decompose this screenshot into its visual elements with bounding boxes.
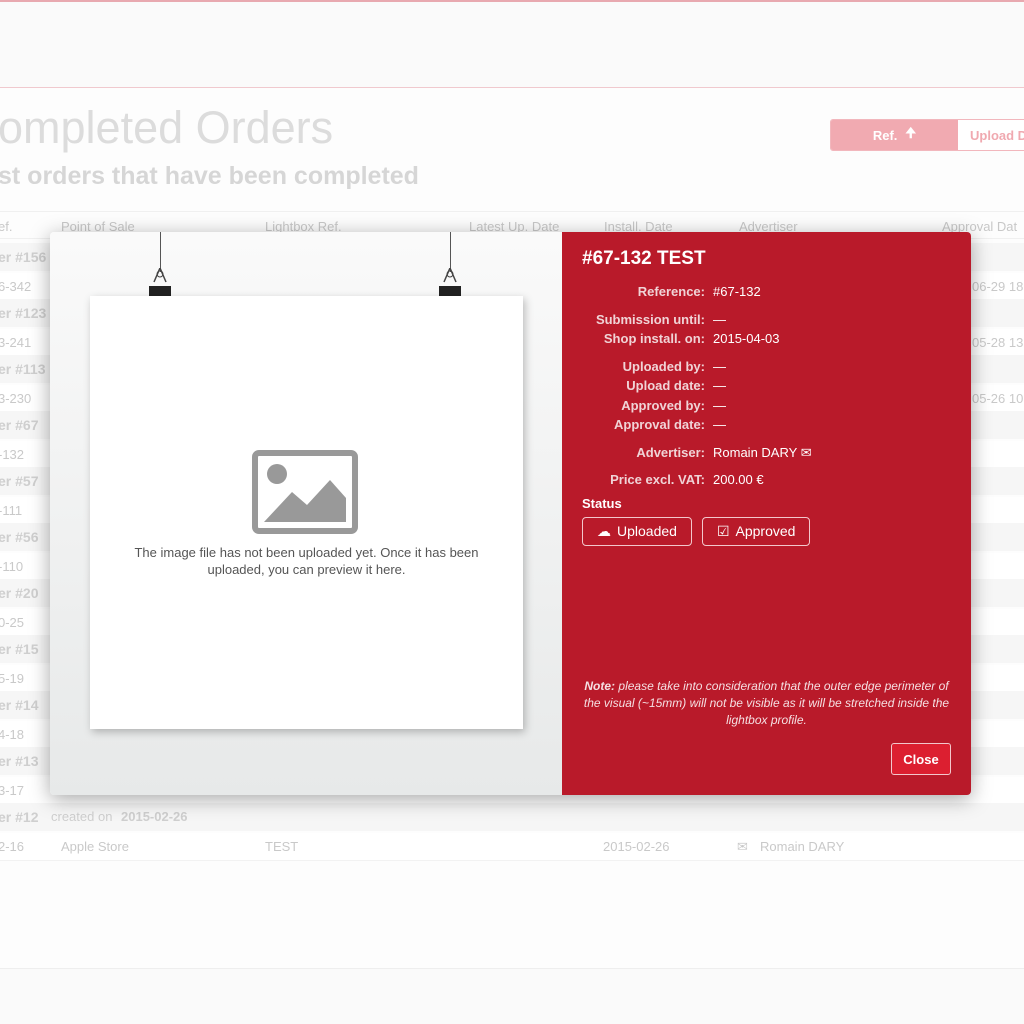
sort-ref-label: Ref. xyxy=(872,127,898,143)
order-number: er #15 xyxy=(0,641,39,657)
field-value: 2015-04-03 xyxy=(713,331,780,346)
lightbox-ref-cell: TEST xyxy=(265,839,299,854)
hanging-string xyxy=(450,232,451,272)
approval-date-cell: 05-26 10 xyxy=(972,391,1024,406)
uploaded-label: Uploaded xyxy=(617,523,677,539)
advertiser-cell: Romain DARY xyxy=(760,839,845,854)
status-heading: Status xyxy=(582,495,622,511)
field-label: Shop install. on: xyxy=(603,331,705,346)
sort-upload-date-button[interactable]: Upload D xyxy=(958,120,1024,150)
order-number: er #56 xyxy=(0,529,39,545)
field-label: Upload date: xyxy=(626,378,705,393)
field-value: — xyxy=(713,311,726,327)
install-date-cell: 2015-02-26 xyxy=(603,839,670,854)
order-number: er #123 xyxy=(0,305,47,321)
order-number: er #57 xyxy=(0,473,39,489)
field-label: Reference: xyxy=(637,284,705,299)
field-label: Submission until: xyxy=(595,311,705,327)
ref-cell: 3-230 xyxy=(0,391,32,406)
sort-ref-button[interactable]: Ref. 🠉 xyxy=(831,120,958,150)
ref-cell: 6-342 xyxy=(0,279,32,294)
point-of-sale-cell: Apple Store xyxy=(61,839,129,854)
approved-label: Approved xyxy=(735,523,796,539)
uploaded-status-button[interactable]: ☁ Uploaded xyxy=(582,516,692,546)
ref-cell: 3-17 xyxy=(0,783,25,798)
created-label: created on xyxy=(51,809,113,824)
col-ref[interactable]: ef. xyxy=(0,219,12,234)
order-number: er #14 xyxy=(0,697,39,713)
order-number: er #12 xyxy=(0,809,39,825)
field-value: Romain DARY ✉ xyxy=(713,444,812,460)
order-number: er #13 xyxy=(0,753,39,769)
envelope-icon[interactable]: ✉ xyxy=(737,839,748,855)
table-row[interactable]: 2-16 Apple Store TEST 2015-02-26 ✉ Romain DAR… xyxy=(0,833,1024,861)
note-text: Note: please take into consideration tha… xyxy=(582,678,951,729)
cloud-upload-icon: ☁ xyxy=(597,522,611,539)
field-value: — xyxy=(713,358,726,374)
details-panel: #67-132 TEST Reference: #67-132 Submission… xyxy=(562,232,971,795)
page-title: ompleted Orders xyxy=(0,102,334,153)
ref-cell: -110 xyxy=(0,559,24,574)
field-value: — xyxy=(713,417,726,432)
field-value: #67-132 xyxy=(713,284,761,299)
placeholder-message: The image file has not been uploaded yet… xyxy=(134,545,479,577)
hanging-string xyxy=(160,232,161,272)
details-list: Reference: #67-132 Submission until: — Shop … xyxy=(582,284,951,492)
close-button[interactable]: Close xyxy=(891,743,951,775)
page-subtitle: st orders that have been completed xyxy=(0,162,419,190)
order-number: er #113 xyxy=(0,361,46,377)
ref-cell: 5-19 xyxy=(0,671,25,686)
field-value: 200.00 € xyxy=(713,472,764,487)
order-number: er #156 xyxy=(0,249,47,265)
order-detail-modal: The image file has not been uploaded yet… xyxy=(50,232,971,795)
ref-cell: -132 xyxy=(0,447,25,462)
checkbox-icon: ☑ xyxy=(716,522,730,539)
approval-date-cell: 06-29 18 xyxy=(972,279,1024,294)
preview-panel: The image file has not been uploaded yet… xyxy=(50,232,562,795)
field-value: — xyxy=(713,397,726,413)
note-label: Note: xyxy=(584,679,616,693)
sort-button-group: Ref. 🠉 Upload D xyxy=(830,119,1024,151)
ref-cell: 4-18 xyxy=(0,727,25,742)
image-placeholder-icon xyxy=(252,450,358,534)
field-label: Advertiser: xyxy=(636,444,705,460)
approved-status-button[interactable]: ☑ Approved xyxy=(701,516,811,546)
envelope-icon[interactable]: ✉ xyxy=(801,445,812,460)
footer xyxy=(0,968,1024,1024)
note-body: please take into consideration that the … xyxy=(583,679,950,727)
modal-title: #67-132 TEST xyxy=(582,248,706,269)
order-number: er #20 xyxy=(0,585,39,601)
created-date: 2015-02-26 xyxy=(121,809,188,824)
preview-paper: The image file has not been uploaded yet… xyxy=(90,296,523,729)
order-number: er #67 xyxy=(0,417,39,433)
field-label: Uploaded by: xyxy=(622,358,705,374)
field-label: Approval date: xyxy=(613,417,705,432)
ref-cell: 0-25 xyxy=(0,615,25,630)
ref-cell: 3-241 xyxy=(0,335,32,350)
approval-date-cell: 05-28 13 xyxy=(972,335,1024,350)
field-label: Approved by: xyxy=(621,397,705,413)
arrow-up-icon: 🠉 xyxy=(905,125,917,140)
ref-cell: -111 xyxy=(0,503,23,518)
order-group-row[interactable]: er #12 created on 2015-02-26 xyxy=(0,803,1024,831)
top-navbar xyxy=(0,0,1024,88)
field-label: Price excl. VAT: xyxy=(610,472,705,487)
ref-cell: 2-16 xyxy=(0,839,25,854)
field-value: — xyxy=(713,378,726,393)
